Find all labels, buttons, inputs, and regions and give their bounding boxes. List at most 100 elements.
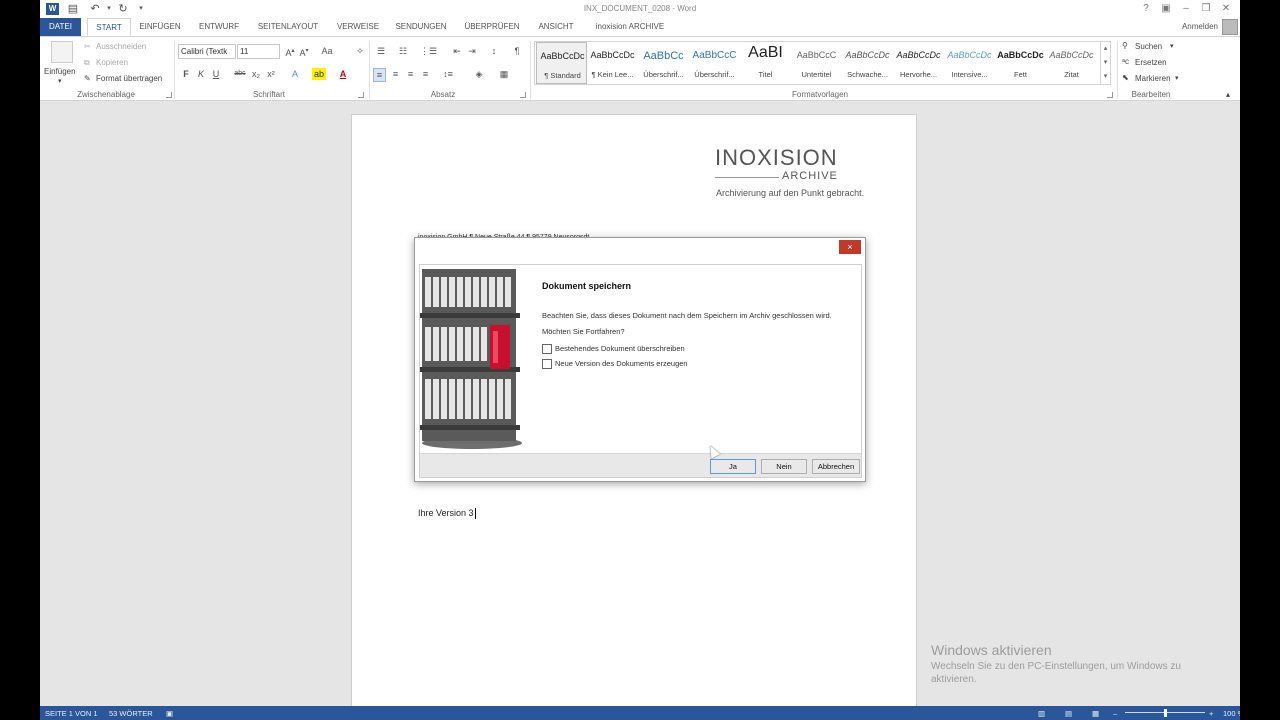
shrink-font-icon[interactable]: A▾ (298, 45, 310, 59)
font-size-combo[interactable]: 11 (237, 44, 280, 59)
italic-button[interactable]: K (196, 68, 206, 80)
style-emphasis[interactable]: AaBbCcDc Hervorhe... (893, 42, 944, 84)
style-subtle-emphasis[interactable]: AaBbCcDc Schwache... (842, 42, 893, 84)
dialog-close-button[interactable]: × (839, 240, 861, 254)
zoom-slider-thumb[interactable] (1164, 709, 1167, 717)
format-painter-button[interactable]: Format übertragen (96, 74, 162, 83)
tab-mailings[interactable]: SENDUNGEN (391, 18, 451, 36)
change-case-button[interactable]: Aa (320, 45, 334, 57)
tab-references[interactable]: VERWEISE (333, 18, 383, 36)
cut-button[interactable]: Ausschneiden (96, 42, 146, 51)
select-icon[interactable]: ⬉ (1122, 73, 1129, 82)
gallery-more-icon[interactable]: ▾ (1100, 70, 1110, 84)
paste-icon[interactable] (51, 41, 73, 63)
show-formatting-button[interactable]: ¶ (511, 45, 523, 57)
restore-icon[interactable]: ❐ (1198, 2, 1214, 16)
decrease-indent-icon[interactable]: ⇤ (451, 45, 463, 57)
text-effects-icon[interactable]: A (288, 68, 302, 80)
document-body-text[interactable]: Ihre Version 3 (418, 508, 476, 520)
style-subtitle[interactable]: AaBbCcC Untertitel (791, 42, 842, 84)
zoom-level[interactable]: 100 % (1223, 709, 1240, 718)
tab-file[interactable]: DATEI (40, 18, 81, 36)
grow-font-icon[interactable]: A▴ (284, 45, 296, 59)
select-dropdown-icon[interactable]: ▾ (1175, 74, 1179, 82)
font-launcher-icon[interactable] (358, 92, 364, 98)
proofing-icon[interactable]: ▣ (166, 709, 173, 718)
gallery-scroll-down-icon[interactable]: ▾ (1100, 56, 1110, 70)
minimize-icon[interactable]: – (1178, 2, 1194, 16)
tab-start[interactable]: START (87, 18, 131, 36)
align-center-icon[interactable]: ≡ (389, 68, 402, 80)
align-right-icon[interactable]: ≡ (404, 68, 417, 80)
replace-icon[interactable]: ᵃc (1122, 57, 1129, 66)
no-button[interactable]: Nein (761, 459, 807, 474)
cancel-button[interactable]: Abbrechen (812, 459, 860, 474)
superscript-button[interactable]: x² (265, 68, 277, 80)
sign-in-link[interactable]: Anmelden (1182, 22, 1218, 31)
cut-icon[interactable]: ✂ (84, 42, 91, 51)
new-version-label[interactable]: Neue Version des Dokuments erzeugen (555, 359, 688, 368)
tab-design[interactable]: ENTWURF (194, 18, 244, 36)
find-button[interactable]: Suchen (1135, 42, 1162, 51)
font-color-icon[interactable]: A (336, 68, 350, 80)
copy-icon[interactable]: ⧉ (84, 58, 90, 68)
overwrite-checkbox[interactable] (542, 344, 552, 354)
ribbon-display-options-icon[interactable]: ▣ (1158, 2, 1174, 16)
overwrite-label[interactable]: Bestehendes Dokument überschreiben (555, 344, 685, 353)
tab-inoxision-archive[interactable]: inoxision ARCHIVE (588, 18, 672, 36)
close-window-icon[interactable]: ✕ (1218, 2, 1234, 16)
increase-indent-icon[interactable]: ⇥ (466, 45, 478, 57)
style-title[interactable]: AaBI Titel (740, 42, 791, 84)
gallery-scroll-up-icon[interactable]: ▴ (1100, 42, 1110, 56)
help-icon[interactable]: ? (1138, 2, 1154, 16)
bullets-icon[interactable]: ☰ (374, 45, 388, 57)
tab-view[interactable]: ANSICHT (532, 18, 580, 36)
subscript-button[interactable]: x₂ (250, 68, 262, 80)
strikethrough-button[interactable]: abc (233, 68, 247, 80)
paste-dropdown-icon[interactable]: ▾ (58, 77, 62, 85)
style-strong[interactable]: AaBbCcDc Fett (995, 42, 1046, 84)
style-standard[interactable]: AaBbCcDc ¶ Standard (536, 42, 587, 84)
multilevel-list-icon[interactable]: ⋮☰ (420, 45, 437, 57)
style-heading-2[interactable]: AaBbCcC Überschrif... (689, 42, 740, 84)
tab-insert[interactable]: EINFÜGEN (136, 18, 184, 36)
zoom-out-icon[interactable]: – (1113, 709, 1117, 718)
underline-button[interactable]: U (211, 68, 221, 80)
font-name-combo[interactable]: Calibri (Textk (178, 44, 236, 59)
find-icon[interactable]: ⚲ (1122, 41, 1128, 50)
numbering-icon[interactable]: ☷ (396, 45, 410, 57)
replace-button[interactable]: Ersetzen (1135, 58, 1167, 67)
tab-page-layout[interactable]: SEITENLAYOUT (253, 18, 323, 36)
copy-button[interactable]: Kopieren (96, 58, 128, 67)
style-intense-emphasis[interactable]: AaBbCcDc Intensive... (944, 42, 995, 84)
find-dropdown-icon[interactable]: ▾ (1170, 42, 1174, 50)
style-heading-1[interactable]: AaBbCc Überschrif... (638, 42, 689, 84)
format-painter-icon[interactable]: ✎ (84, 74, 91, 83)
page-count[interactable]: SEITE 1 VON 1 (45, 709, 98, 718)
avatar[interactable] (1222, 19, 1238, 35)
styles-launcher-icon[interactable] (1107, 92, 1113, 98)
new-version-checkbox[interactable] (542, 359, 552, 369)
word-count[interactable]: 53 WÖRTER (109, 709, 153, 718)
clear-formatting-icon[interactable]: ✧ (354, 45, 366, 57)
print-layout-icon[interactable]: ▤ (1065, 709, 1072, 718)
yes-button[interactable]: Ja (710, 459, 756, 474)
paragraph-launcher-icon[interactable] (520, 92, 526, 98)
zoom-in-icon[interactable]: + (1209, 709, 1213, 718)
align-left-icon[interactable]: ≡ (373, 68, 386, 82)
collapse-ribbon-icon[interactable]: ▴ (1226, 90, 1230, 99)
shading-icon[interactable]: ◈ (471, 68, 487, 80)
clipboard-launcher-icon[interactable] (166, 92, 172, 98)
bold-button[interactable]: F (181, 68, 191, 80)
highlight-icon[interactable]: ab (312, 68, 326, 80)
line-spacing-icon[interactable]: ↕≡ (440, 68, 456, 80)
select-button[interactable]: Markieren (1135, 74, 1171, 83)
read-mode-icon[interactable]: ▥ (1038, 709, 1045, 718)
paste-button[interactable]: Einfügen (44, 67, 76, 76)
borders-icon[interactable]: ▦ (496, 68, 512, 80)
tab-review[interactable]: ÜBERPRÜFEN (461, 18, 523, 36)
sort-icon[interactable]: ↕ (488, 45, 500, 57)
style-no-spacing[interactable]: AaBbCcDc ¶ Kein Lee... (587, 42, 638, 84)
justify-icon[interactable]: ≡ (419, 68, 432, 80)
style-quote[interactable]: AaBbCcDc Zitat (1046, 42, 1097, 84)
